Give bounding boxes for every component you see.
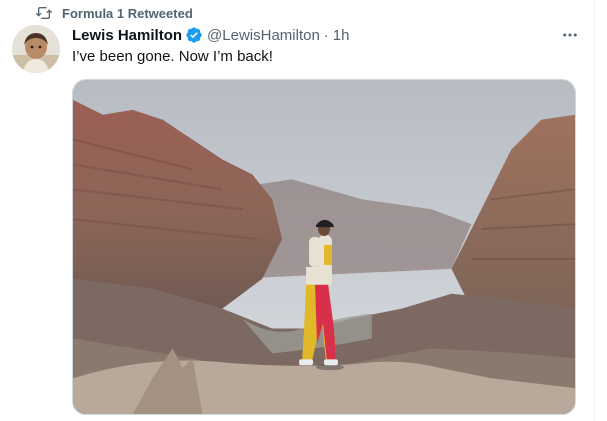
retweet-icon	[36, 6, 52, 20]
retweet-label[interactable]: Formula 1 Retweeted	[62, 6, 193, 21]
separator: ·	[323, 26, 329, 44]
retweet-context[interactable]: Formula 1 Retweeted	[36, 3, 193, 23]
more-options-button[interactable]	[559, 24, 581, 46]
timestamp[interactable]: 1h	[333, 27, 350, 44]
tweet-text: I’ve been gone. Now I’m back!	[72, 48, 273, 65]
handle[interactable]: @LewisHamilton	[207, 27, 320, 44]
verified-badge-icon	[185, 26, 203, 44]
display-name[interactable]: Lewis Hamilton	[72, 27, 182, 44]
more-icon	[563, 33, 577, 37]
tweet-photo[interactable]	[72, 79, 576, 415]
avatar[interactable]	[12, 25, 60, 73]
tweet-header: Lewis Hamilton @LewisHamilton · 1h	[72, 25, 579, 45]
timeline-border	[594, 0, 595, 421]
